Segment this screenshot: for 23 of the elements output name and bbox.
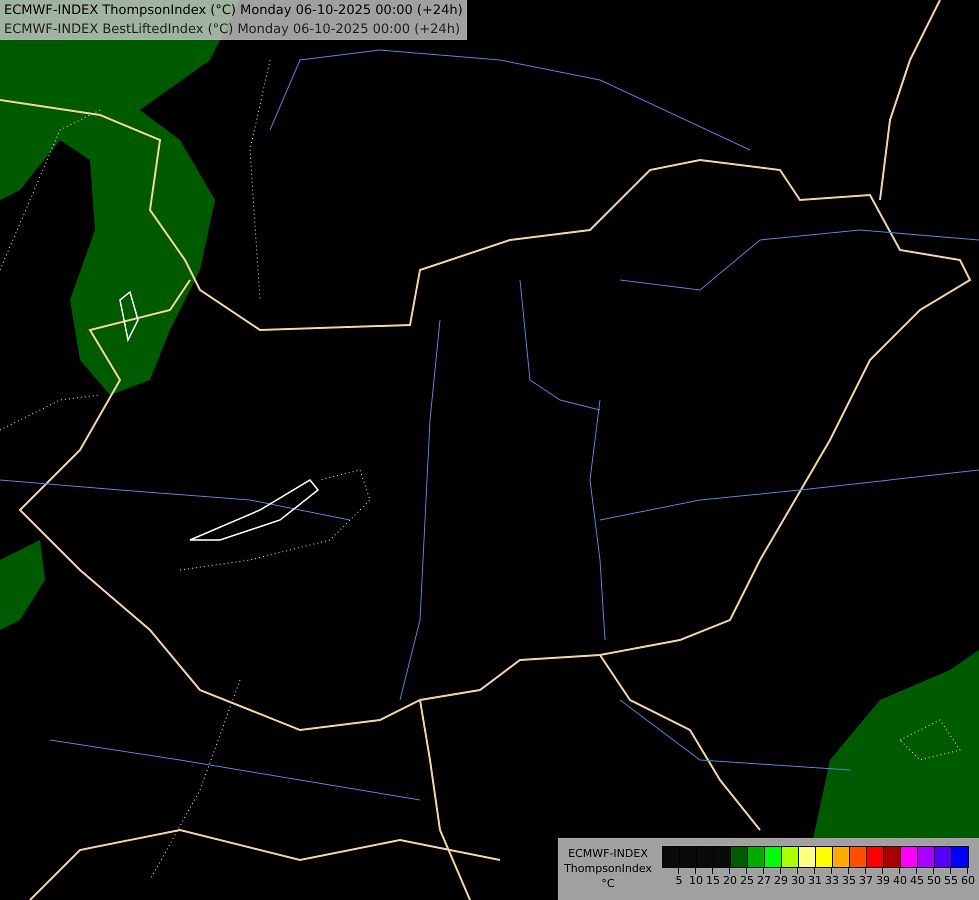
legend-tick-label: 45 xyxy=(910,874,924,887)
legend-tick-label: 50 xyxy=(927,874,941,887)
legend-tick-label: 29 xyxy=(774,874,788,887)
legend-title: ThompsonIndex xyxy=(564,861,652,876)
legend-tick-label: 30 xyxy=(791,874,805,887)
map-title: ECMWF-INDEX ThompsonIndex (°C) Monday 06-10-2025 00:00 (+24h) xyxy=(4,2,463,20)
legend-tick-label: 25 xyxy=(740,874,754,887)
legend-tick-label: 60 xyxy=(961,874,975,887)
legend-tick-label: 55 xyxy=(944,874,958,887)
legend-tick-label: 15 xyxy=(706,874,720,887)
legend-tick-label: 33 xyxy=(825,874,839,887)
legend-tick-label: 10 xyxy=(689,874,703,887)
legend-tick-label: 5 xyxy=(676,874,682,887)
legend-tick-label: 39 xyxy=(876,874,890,887)
legend-tick-label: 35 xyxy=(842,874,856,887)
legend-tick-label: 27 xyxy=(757,874,771,887)
legend-tick-label: 37 xyxy=(859,874,873,887)
legend-tick-label: 20 xyxy=(723,874,737,887)
legend-tick-label: 40 xyxy=(893,874,907,887)
legend-tick-label: 31 xyxy=(808,874,822,887)
legend-title: ECMWF-INDEX xyxy=(568,846,648,861)
legend-title: °C xyxy=(601,876,615,891)
map-title: ECMWF-INDEX BestLiftedIndex (°C) Monday 06-10-2025 00:00 (+24h) xyxy=(4,21,462,39)
